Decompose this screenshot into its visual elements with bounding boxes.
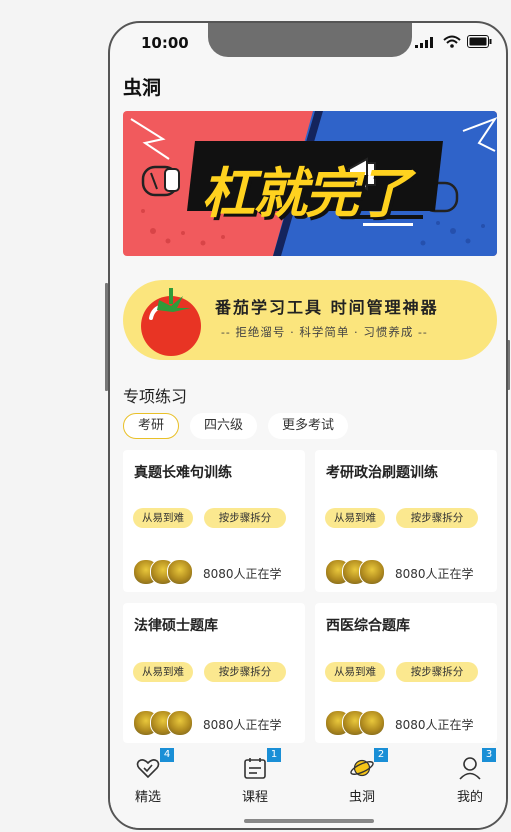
battery-icon [467,35,492,48]
exam-chip-group: 考研 四六级 更多考试 [123,413,349,439]
wifi-icon [443,35,461,48]
card-tag: 从易到难 [325,508,385,528]
home-indicator [244,819,374,823]
card-title: 法律硕士题库 [134,618,218,634]
notch [208,23,412,57]
tomato-icon [141,288,201,356]
learner-avatars [325,710,385,736]
tab-label: 虫洞 [348,790,375,805]
banner-tomato[interactable]: 番茄学习工具 时间管理神器 -- 拒绝溜号 · 科学简单 · 习惯养成 -- [123,280,497,360]
card-tag: 从易到难 [325,662,385,682]
tab-label: 课程 [241,790,268,805]
tab-badge: 3 [482,748,496,762]
course-card[interactable]: 真题长难句训练 从易到难 按步骤拆分 8080人正在学 [123,450,305,592]
status-icons [415,35,492,48]
banner-debate-text: 杠就完了 [201,162,411,225]
course-card[interactable]: 考研政治刷题训练 从易到难 按步骤拆分 8080人正在学 [315,450,497,592]
learner-count: 8080人正在学 [395,567,474,581]
learner-count: 8080人正在学 [395,718,474,732]
card-title: 真题长难句训练 [134,465,232,481]
tab-badge: 1 [267,748,281,762]
learner-avatars [325,559,385,585]
course-card[interactable]: 西医综合题库 从易到难 按步骤拆分 8080人正在学 [315,603,497,743]
card-title: 西医综合题库 [326,618,410,634]
card-tag: 从易到难 [133,662,193,682]
learner-count: 8080人正在学 [203,567,282,581]
chip-cet[interactable]: 四六级 [190,413,258,439]
heart-check-icon: 4 [136,748,174,780]
avatar [359,559,385,585]
section-title: 专项练习 [123,387,188,406]
phone-frame: 10:00 虫洞 杠就完了 番茄学习工具 时间管理神器 -- 拒绝溜号 · 科学… [108,21,508,830]
tomato-banner-title: 番茄学习工具 时间管理神器 [215,298,439,317]
learner-avatars [133,710,193,736]
tab-me[interactable]: 3 我的 [440,748,500,805]
tomato-banner-subtitle: -- 拒绝溜号 · 科学简单 · 习惯养成 -- [221,325,428,339]
card-tag: 按步骤拆分 [204,662,286,682]
tab-label: 我的 [456,790,483,805]
tab-badge: 2 [374,748,388,762]
chip-more-exams[interactable]: 更多考试 [268,413,349,439]
signal-icon [415,36,433,48]
avatar [359,710,385,736]
card-title: 考研政治刷题训练 [326,465,438,481]
tab-wormhole[interactable]: 2 虫洞 [332,748,392,805]
tab-featured[interactable]: 4 精选 [118,748,178,805]
tab-courses[interactable]: 1 课程 [225,748,285,805]
learner-count: 8080人正在学 [203,718,282,732]
banner-debate[interactable]: 杠就完了 [123,111,497,256]
avatar [167,710,193,736]
card-tag: 从易到难 [133,508,193,528]
bottom-tab-bar: 4 精选 1 课程 2 虫洞 3 我的 [110,748,506,828]
card-tag: 按步骤拆分 [396,662,478,682]
tab-label: 精选 [134,790,161,805]
card-tag: 按步骤拆分 [204,508,286,528]
avatar [167,559,193,585]
course-card[interactable]: 法律硕士题库 从易到难 按步骤拆分 8080人正在学 [123,603,305,743]
user-icon: 3 [458,748,496,780]
planet-icon: 2 [350,748,388,780]
learner-avatars [133,559,193,585]
status-time: 10:00 [141,34,189,52]
tab-badge: 4 [160,748,174,762]
card-tag: 按步骤拆分 [396,508,478,528]
chip-kaoyan[interactable]: 考研 [123,413,180,439]
calendar-list-icon: 1 [243,748,281,780]
page-title: 虫洞 [123,77,162,99]
